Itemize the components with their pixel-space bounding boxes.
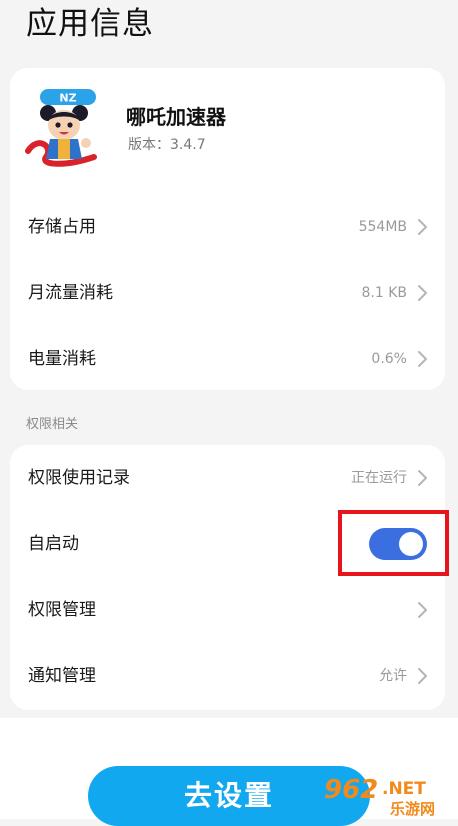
row-value: 允许	[379, 668, 407, 684]
chevron-right-icon	[418, 351, 427, 367]
row-label: 权限管理	[28, 600, 96, 620]
app-version: 版本：3.4.7	[128, 137, 206, 153]
icon-badge-text: NZ	[59, 92, 76, 105]
row-label: 电量消耗	[28, 349, 96, 369]
app-icon: NZ	[25, 89, 97, 167]
battery-usage-row[interactable]: 电量消耗 0.6%	[10, 326, 445, 392]
row-label: 自启动	[28, 534, 79, 554]
row-label: 月流量消耗	[28, 283, 113, 303]
permission-management-row[interactable]: 权限管理	[10, 577, 445, 643]
row-value: 0.6%	[371, 351, 407, 367]
notification-management-row[interactable]: 通知管理 允许	[10, 643, 445, 709]
app-header: NZ 哪吒加速器 版本：3.4.7	[10, 68, 445, 174]
data-usage-row[interactable]: 月流量消耗 8.1 KB	[10, 260, 445, 326]
chevron-right-icon	[418, 285, 427, 301]
permissions-section-title: 权限相关	[26, 417, 79, 432]
row-label: 存储占用	[28, 217, 96, 237]
storage-row[interactable]: 存储占用 554MB	[10, 194, 445, 260]
page-title: 应用信息	[26, 6, 154, 42]
row-value: 8.1 KB	[361, 285, 408, 301]
highlight-box	[338, 510, 449, 576]
watermark-logo: 962 .NET 乐游网	[324, 775, 435, 818]
permission-usage-record-row[interactable]: 权限使用记录 正在运行	[10, 445, 445, 511]
row-label: 通知管理	[28, 666, 96, 686]
row-value: 554MB	[358, 219, 407, 235]
chevron-right-icon	[418, 602, 427, 618]
app-name: 哪吒加速器	[126, 105, 226, 129]
permissions-card: 权限使用记录 正在运行 自启动 权限管理 通知管理 允许	[10, 445, 445, 710]
row-label: 权限使用记录	[28, 468, 130, 488]
chevron-right-icon	[418, 668, 427, 684]
chevron-right-icon	[418, 219, 427, 235]
watermark-number: 962	[324, 775, 378, 805]
watermark-suffix: .NET	[382, 779, 426, 799]
app-info-card: NZ 哪吒加速器 版本：3.4.7 存储占用 554MB 月流量消耗 8.1 K	[10, 68, 445, 390]
row-value: 正在运行	[351, 470, 407, 486]
chevron-right-icon	[418, 470, 427, 486]
watermark-caption: 乐游网	[390, 800, 435, 818]
